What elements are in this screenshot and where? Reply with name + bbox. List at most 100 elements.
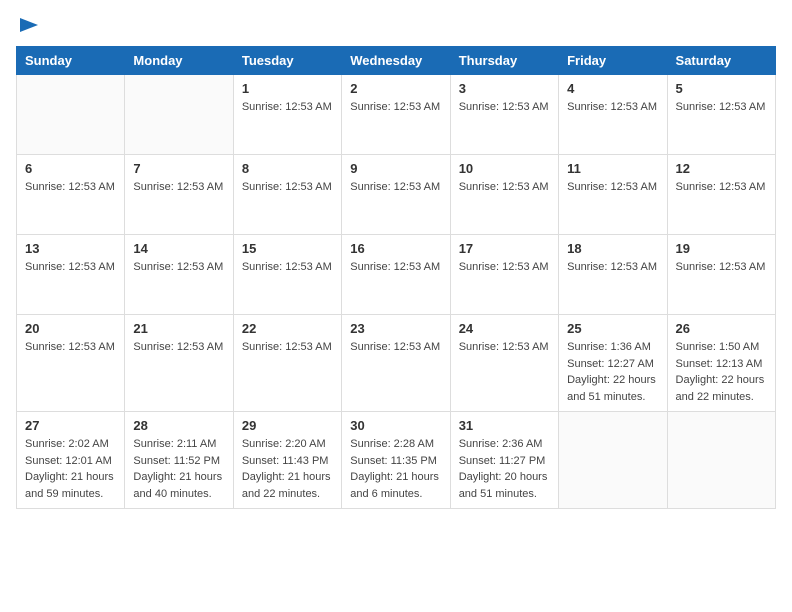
- weekday-header-monday: Monday: [125, 47, 233, 75]
- day-number: 5: [676, 81, 767, 96]
- day-info: Sunrise: 12:53 AM: [459, 99, 550, 116]
- day-info: Sunrise: 12:53 AM: [676, 179, 767, 196]
- day-number: 1: [242, 81, 333, 96]
- day-number: 16: [350, 241, 441, 256]
- calendar-cell: 27Sunrise: 2:02 AMSunset: 12:01 AMDaylig…: [17, 412, 125, 509]
- day-info: Sunrise: 12:53 AM: [459, 259, 550, 276]
- day-info: Sunrise: 1:36 AMSunset: 12:27 AMDaylight…: [567, 339, 658, 405]
- calendar-cell: [667, 412, 775, 509]
- day-info: Sunrise: 2:36 AMSunset: 11:27 PMDaylight…: [459, 436, 550, 502]
- calendar-cell: 31 Sunrise: 2:36 AMSunset: 11:27 PMDaylig…: [450, 412, 558, 509]
- calendar-cell: 8Sunrise: 12:53 AM: [233, 155, 341, 235]
- day-info: Sunrise: 12:53 AM: [350, 339, 441, 356]
- day-number: 25: [567, 321, 658, 336]
- day-number: 11: [567, 161, 658, 176]
- day-info: Sunrise: 12:53 AM: [242, 99, 333, 116]
- weekday-header-tuesday: Tuesday: [233, 47, 341, 75]
- day-number: 28: [133, 418, 224, 433]
- calendar-cell: 14 Sunrise: 12:53 AM: [125, 235, 233, 315]
- logo-flag-icon: [18, 16, 40, 34]
- calendar-cell: 3 Sunrise: 12:53 AM: [450, 75, 558, 155]
- day-number: 21: [133, 321, 224, 336]
- day-number: 31: [459, 418, 550, 433]
- day-number: 14: [133, 241, 224, 256]
- day-info: Sunrise: 12:53 AM: [133, 259, 224, 276]
- calendar-cell: 24Sunrise: 12:53 AM: [450, 315, 558, 412]
- day-info: Sunrise: 12:53 AM: [242, 259, 333, 276]
- day-number: 22: [242, 321, 333, 336]
- calendar-cell: [17, 75, 125, 155]
- day-number: 23: [350, 321, 441, 336]
- day-info: Sunrise: 12:53 AM: [242, 339, 333, 356]
- calendar-cell: 12 Sunrise: 12:53 AM: [667, 155, 775, 235]
- day-info: Sunrise: 2:28 AMSunset: 11:35 PMDaylight…: [350, 436, 441, 502]
- day-number: 27: [25, 418, 116, 433]
- page-header: [16, 16, 776, 34]
- weekday-header-sunday: Sunday: [17, 47, 125, 75]
- calendar-cell: 18Sunrise: 12:53 AM: [559, 235, 667, 315]
- day-number: 4: [567, 81, 658, 96]
- weekday-header-thursday: Thursday: [450, 47, 558, 75]
- calendar-cell: 28 Sunrise: 2:11 AMSunset: 11:52 PMDaylig…: [125, 412, 233, 509]
- calendar-table: SundayMondayTuesdayWednesdayThursdayFrid…: [16, 46, 776, 509]
- calendar-cell: 25 Sunrise: 1:36 AMSunset: 12:27 AMDaylig…: [559, 315, 667, 412]
- calendar-cell: 29 Sunrise: 2:20 AMSunset: 11:43 PMDaylig…: [233, 412, 341, 509]
- calendar-cell: 1 Sunrise: 12:53 AM: [233, 75, 341, 155]
- calendar-cell: 4 Sunrise: 12:53 AM: [559, 75, 667, 155]
- calendar-cell: 19 Sunrise: 12:53 AM: [667, 235, 775, 315]
- day-info: Sunrise: 12:53 AM: [133, 339, 224, 356]
- day-number: 20: [25, 321, 116, 336]
- weekday-header-row: SundayMondayTuesdayWednesdayThursdayFrid…: [17, 47, 776, 75]
- day-number: 2: [350, 81, 441, 96]
- calendar-cell: 30 Sunrise: 2:28 AMSunset: 11:35 PMDaylig…: [342, 412, 450, 509]
- day-info: Sunrise: 12:53 AM: [350, 99, 441, 116]
- logo: [16, 16, 40, 34]
- day-info: Sunrise: 12:53 AM: [350, 179, 441, 196]
- day-number: 7: [133, 161, 224, 176]
- calendar-cell: 15 Sunrise: 12:53 AM: [233, 235, 341, 315]
- day-number: 6: [25, 161, 116, 176]
- day-number: 26: [676, 321, 767, 336]
- day-info: Sunrise: 12:53 AM: [676, 99, 767, 116]
- day-info: Sunrise: 1:50 AMSunset: 12:13 AMDaylight…: [676, 339, 767, 405]
- day-number: 13: [25, 241, 116, 256]
- week-row-5: 27Sunrise: 2:02 AMSunset: 12:01 AMDaylig…: [17, 412, 776, 509]
- day-info: Sunrise: 12:53 AM: [25, 339, 116, 356]
- day-info: Sunrise: 12:53 AM: [567, 99, 658, 116]
- day-info: Sunrise: 2:11 AMSunset: 11:52 PMDaylight…: [133, 436, 224, 502]
- calendar-cell: 6 Sunrise: 12:53 AM: [17, 155, 125, 235]
- week-row-2: 6Sunrise: 12:53 AM7Sunrise: 12:53 AM8Sun…: [17, 155, 776, 235]
- calendar-cell: 7 Sunrise: 12:53 AM: [125, 155, 233, 235]
- day-number: 30: [350, 418, 441, 433]
- calendar-cell: 20 Sunrise: 12:53 AM: [17, 315, 125, 412]
- day-info: Sunrise: 12:53 AM: [459, 179, 550, 196]
- calendar-cell: 26 Sunrise: 1:50 AMSunset: 12:13 AMDaylig…: [667, 315, 775, 412]
- day-number: 10: [459, 161, 550, 176]
- day-number: 19: [676, 241, 767, 256]
- day-info: Sunrise: 12:53 AM: [25, 179, 116, 196]
- week-row-3: 13Sunrise: 12:53 AM14Sunrise: 12:53 AM15…: [17, 235, 776, 315]
- weekday-header-friday: Friday: [559, 47, 667, 75]
- calendar-cell: 23 Sunrise: 12:53 AM: [342, 315, 450, 412]
- day-info: Sunrise: 2:20 AMSunset: 11:43 PMDaylight…: [242, 436, 333, 502]
- calendar-cell: 13Sunrise: 12:53 AM: [17, 235, 125, 315]
- day-info: Sunrise: 12:53 AM: [350, 259, 441, 276]
- day-info: Sunrise: 12:53 AM: [676, 259, 767, 276]
- calendar-cell: 9Sunrise: 12:53 AM: [342, 155, 450, 235]
- weekday-header-wednesday: Wednesday: [342, 47, 450, 75]
- day-number: 15: [242, 241, 333, 256]
- day-info: Sunrise: 12:53 AM: [133, 179, 224, 196]
- calendar-cell: 22 Sunrise: 12:53 AM: [233, 315, 341, 412]
- day-number: 17: [459, 241, 550, 256]
- day-number: 12: [676, 161, 767, 176]
- weekday-header-saturday: Saturday: [667, 47, 775, 75]
- day-number: 29: [242, 418, 333, 433]
- calendar-cell: 5 Sunrise: 12:53 AM: [667, 75, 775, 155]
- day-number: 8: [242, 161, 333, 176]
- day-number: 3: [459, 81, 550, 96]
- week-row-1: 1 Sunrise: 12:53 AM 2 Sunrise: 12:53 AM 3 Sun…: [17, 75, 776, 155]
- calendar-cell: 2 Sunrise: 12:53 AM: [342, 75, 450, 155]
- calendar-cell: 21 Sunrise: 12:53 AM: [125, 315, 233, 412]
- calendar-cell: 11Sunrise: 12:53 AM: [559, 155, 667, 235]
- day-info: Sunrise: 12:53 AM: [459, 339, 550, 356]
